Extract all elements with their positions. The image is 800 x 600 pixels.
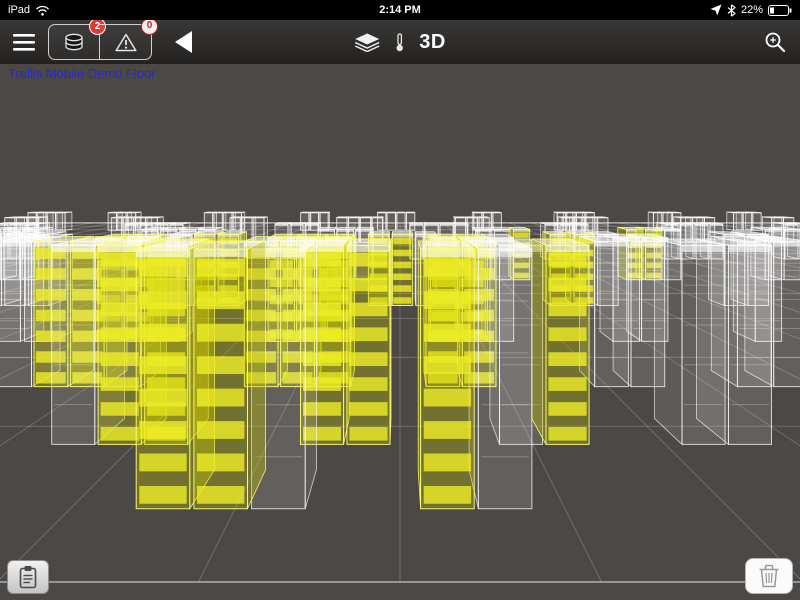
layers-button[interactable] (354, 33, 380, 52)
toolbar: 2 0 (0, 20, 800, 64)
battery-percent: 22% (741, 4, 763, 16)
alarms-badge: 0 (141, 18, 158, 35)
layers-icon (354, 33, 380, 52)
app-root: iPad 2:14 PM 22% (0, 0, 800, 600)
racks-filter-button[interactable]: 2 (48, 24, 100, 60)
view-mode-label: 3D (419, 31, 446, 54)
back-icon (175, 31, 192, 53)
trash-icon (758, 564, 780, 588)
clipboard-button[interactable] (7, 560, 49, 594)
location-icon (710, 4, 722, 16)
view-controls: 3D (354, 20, 446, 64)
alarm-icon (115, 33, 137, 52)
scene-container: Trellis Mobile Demo Floor (0, 64, 800, 600)
search-icon (764, 31, 786, 53)
filter-group: 2 0 (48, 24, 152, 60)
clock: 2:14 PM (379, 4, 421, 16)
temperature-layer-button[interactable] (393, 33, 406, 52)
device-label: iPad (8, 4, 30, 16)
wifi-icon (35, 5, 50, 16)
back-button[interactable] (170, 27, 196, 57)
racks-icon (63, 33, 85, 51)
menu-button[interactable] (10, 27, 38, 57)
temperature-icon (393, 33, 406, 52)
floor-breadcrumb-link[interactable]: Trellis Mobile Demo Floor (8, 66, 156, 81)
battery-icon (768, 5, 792, 16)
search-button[interactable] (760, 27, 790, 57)
trash-button[interactable] (745, 558, 793, 594)
menu-icon (13, 34, 35, 51)
clipboard-icon (18, 565, 38, 589)
floor-3d-view[interactable] (0, 64, 800, 600)
bluetooth-icon (727, 4, 736, 17)
battery-fill (770, 7, 774, 13)
status-time-wrap: 2:14 PM (0, 4, 800, 16)
status-bar: iPad 2:14 PM 22% (0, 0, 800, 20)
alarms-filter-button[interactable]: 0 (100, 24, 152, 60)
